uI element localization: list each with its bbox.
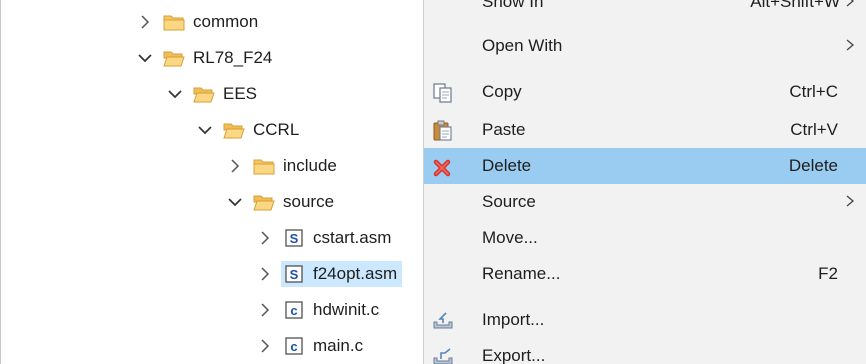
tree-item-content: CCRL	[221, 117, 304, 143]
menu-item-rename[interactable]: Rename... F2	[424, 256, 866, 292]
tree-item-label: main.c	[313, 336, 364, 355]
tree-item[interactable]: c main.c	[257, 330, 368, 362]
folder-open-icon	[223, 121, 245, 139]
menu-item-import[interactable]: Import...	[424, 302, 866, 338]
folder-open-icon	[193, 85, 215, 103]
menu-item-copy[interactable]: Copy Ctrl+C	[424, 74, 866, 110]
menu-item-shortcut: Ctrl+C	[789, 82, 838, 101]
folder-icon	[253, 157, 275, 175]
submenu-arrow-icon	[844, 193, 856, 209]
tree-item[interactable]: EES	[167, 78, 262, 110]
asm-file-icon: S	[283, 265, 305, 283]
menu-item-label: Paste	[482, 120, 526, 139]
tree-item-content: Scstart.asm	[281, 225, 396, 251]
tree-item-content: source	[251, 189, 339, 215]
svg-text:c: c	[290, 303, 297, 318]
menu-item-label: Export...	[482, 346, 546, 364]
tree-item-label: hdwinit.c	[313, 300, 380, 319]
tree-item-content: EES	[191, 81, 262, 107]
tree-item-content: c hdwinit.c	[281, 297, 384, 323]
tree-item[interactable]: common	[137, 6, 263, 38]
paste-icon	[432, 120, 454, 142]
menu-item-shortcut: Alt+Shift+W	[750, 0, 840, 11]
submenu-arrow-icon	[844, 37, 856, 53]
tree-item-label: RL78_F24	[193, 48, 273, 67]
menu-item-move[interactable]: Move...	[424, 220, 866, 256]
export-icon	[432, 346, 454, 364]
delete-icon	[432, 156, 454, 178]
menu-item-label: Source	[482, 192, 536, 211]
chevron-right-icon[interactable]	[257, 230, 273, 246]
context-menu: Show In Alt+Shift+W Open With Copy Ctrl+C Pas…	[423, 0, 866, 364]
chevron-right-icon[interactable]	[257, 338, 273, 354]
tree-item-content: Sf24opt.asm	[281, 261, 403, 287]
chevron-right-icon[interactable]	[137, 14, 153, 30]
menu-item-shortcut: Ctrl+V	[790, 120, 838, 139]
chevron-down-icon[interactable]	[227, 194, 243, 210]
menu-item-open-with[interactable]: Open With	[424, 28, 866, 64]
menu-item-label: Move...	[482, 228, 538, 247]
tree-item-label: cstart.asm	[313, 228, 392, 247]
import-icon	[432, 310, 454, 332]
tree-item-label: f24opt.asm	[313, 264, 398, 283]
tree-item-content: RL78_F24	[161, 45, 277, 71]
menu-item-shortcut: F2	[818, 264, 838, 283]
tree-item[interactable]: include	[227, 150, 342, 182]
tree-item-label: CCRL	[253, 120, 300, 139]
tree-item-content: common	[161, 9, 263, 35]
menu-item-label: Delete	[482, 156, 532, 175]
chevron-right-icon[interactable]	[227, 158, 243, 174]
tree-item-content: c main.c	[281, 333, 368, 359]
menu-item-label: Copy	[482, 82, 522, 101]
folder-open-icon	[253, 193, 275, 211]
chevron-right-icon[interactable]	[257, 302, 273, 318]
submenu-arrow-icon	[844, 0, 856, 9]
svg-text:c: c	[290, 339, 297, 354]
tree-item[interactable]: Scstart.asm	[257, 222, 396, 254]
menu-item-label: Rename...	[482, 264, 561, 283]
menu-item-export[interactable]: Export...	[424, 338, 866, 364]
tree-item-content: include	[251, 153, 342, 179]
tree-item-label: source	[283, 192, 335, 211]
svg-text:S: S	[290, 231, 299, 246]
menu-item-label: Import...	[482, 310, 545, 329]
folder-open-icon	[163, 49, 185, 67]
copy-icon	[432, 82, 454, 104]
tree-item[interactable]: c hdwinit.c	[257, 294, 384, 326]
chevron-right-icon[interactable]	[257, 266, 273, 282]
menu-item-source[interactable]: Source	[424, 184, 866, 220]
chevron-down-icon[interactable]	[137, 50, 153, 66]
tree-item[interactable]: RL78_F24	[137, 42, 277, 74]
menu-item-show-in[interactable]: Show In Alt+Shift+W	[424, 0, 866, 20]
menu-item-paste[interactable]: Paste Ctrl+V	[424, 112, 866, 148]
tree-item[interactable]: source	[227, 186, 339, 218]
svg-text:S: S	[290, 267, 299, 282]
tree-item-label: include	[283, 156, 337, 175]
menu-item-label: Show In	[482, 0, 544, 11]
chevron-down-icon[interactable]	[197, 122, 213, 138]
project-explorer-tree: common RL78_F24 EES CCRL include source Scstar…	[0, 0, 423, 364]
tree-item-label: common	[193, 12, 259, 31]
c-file-icon: c	[283, 301, 305, 319]
menu-item-label: Open With	[482, 36, 563, 55]
tree-item[interactable]: CCRL	[197, 114, 304, 146]
folder-icon	[163, 13, 185, 31]
asm-file-icon: S	[283, 229, 305, 247]
c-file-icon: c	[283, 337, 305, 355]
tree-item-label: EES	[223, 84, 258, 103]
menu-item-shortcut: Delete	[788, 156, 838, 175]
tree-item[interactable]: Sf24opt.asm	[257, 258, 403, 290]
chevron-down-icon[interactable]	[167, 86, 183, 102]
menu-item-delete[interactable]: Delete Delete	[424, 148, 866, 184]
